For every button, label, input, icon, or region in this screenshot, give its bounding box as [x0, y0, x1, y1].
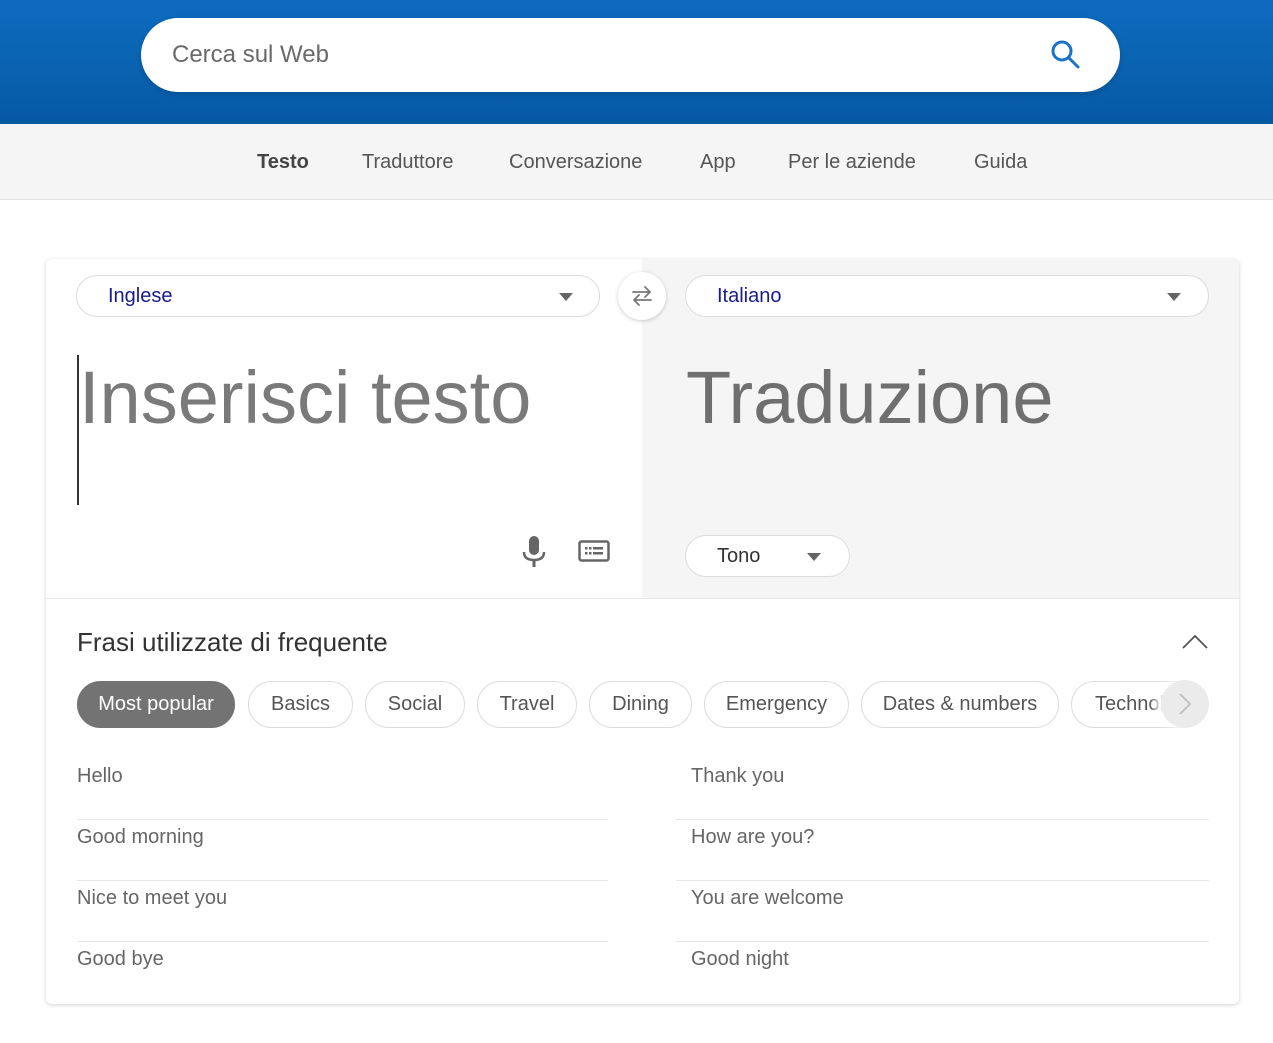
top-header — [0, 0, 1273, 124]
web-search-box — [141, 18, 1120, 92]
nav-tab-guida[interactable]: Guida — [974, 124, 1027, 200]
nav-bar: Testo Traduttore Conversazione App Per l… — [0, 124, 1273, 200]
target-language-select[interactable]: Italiano — [685, 275, 1209, 317]
category-chip-basics[interactable]: Basics — [248, 681, 353, 728]
caret-down-icon — [807, 553, 821, 561]
category-chip-travel[interactable]: Travel — [477, 681, 577, 728]
search-icon[interactable] — [1049, 38, 1083, 72]
caret-down-icon — [1167, 293, 1181, 301]
phrase-item[interactable]: Good bye — [77, 942, 608, 1003]
pane-divider — [46, 598, 1239, 599]
category-chip-social[interactable]: Social — [365, 681, 465, 728]
source-language-select[interactable]: Inglese — [76, 275, 600, 317]
translation-output: Traduzione — [686, 356, 1054, 439]
swap-arrows-icon — [632, 286, 652, 306]
category-chip-emergency[interactable]: Emergency — [704, 681, 849, 728]
phrase-item[interactable]: Nice to meet you — [77, 881, 608, 942]
phrase-item[interactable]: Hello — [77, 759, 608, 820]
source-language-label: Inglese — [108, 285, 173, 307]
translator-card: Inglese Italiano Traduzione Tono Frasi u… — [46, 259, 1239, 1004]
target-language-label: Italiano — [717, 285, 782, 307]
tone-select[interactable]: Tono — [685, 535, 850, 577]
category-chip-dates-numbers[interactable]: Dates & numbers — [861, 681, 1059, 728]
category-chip-most-popular[interactable]: Most popular — [77, 681, 235, 728]
phrase-item[interactable]: Good night — [676, 942, 1209, 1003]
phrase-item[interactable]: Good morning — [77, 820, 608, 881]
phrase-item[interactable]: Thank you — [676, 759, 1209, 820]
swap-languages-button[interactable] — [618, 272, 666, 320]
nav-tab-conversazione[interactable]: Conversazione — [509, 124, 642, 200]
nav-tab-traduttore[interactable]: Traduttore — [362, 124, 454, 200]
nav-tab-app[interactable]: App — [700, 124, 736, 200]
chevron-up-icon[interactable] — [1181, 633, 1209, 651]
caret-down-icon — [559, 293, 573, 301]
keyboard-icon[interactable] — [578, 540, 610, 562]
nav-tab-testo[interactable]: Testo — [257, 124, 309, 200]
web-search-input[interactable] — [172, 18, 1032, 92]
categories-scroll-right-button[interactable] — [1161, 680, 1209, 728]
frequent-phrases-title: Frasi utilizzate di frequente — [77, 627, 388, 657]
phrase-item[interactable]: How are you? — [676, 820, 1209, 881]
category-chip-dining[interactable]: Dining — [589, 681, 692, 728]
source-text-input[interactable] — [77, 355, 617, 505]
tone-label: Tono — [717, 545, 761, 567]
chevron-right-icon — [1179, 693, 1192, 715]
microphone-icon[interactable] — [522, 535, 546, 569]
phrase-item[interactable]: You are welcome — [676, 881, 1209, 942]
nav-tab-per-le-aziende[interactable]: Per le aziende — [788, 124, 916, 200]
